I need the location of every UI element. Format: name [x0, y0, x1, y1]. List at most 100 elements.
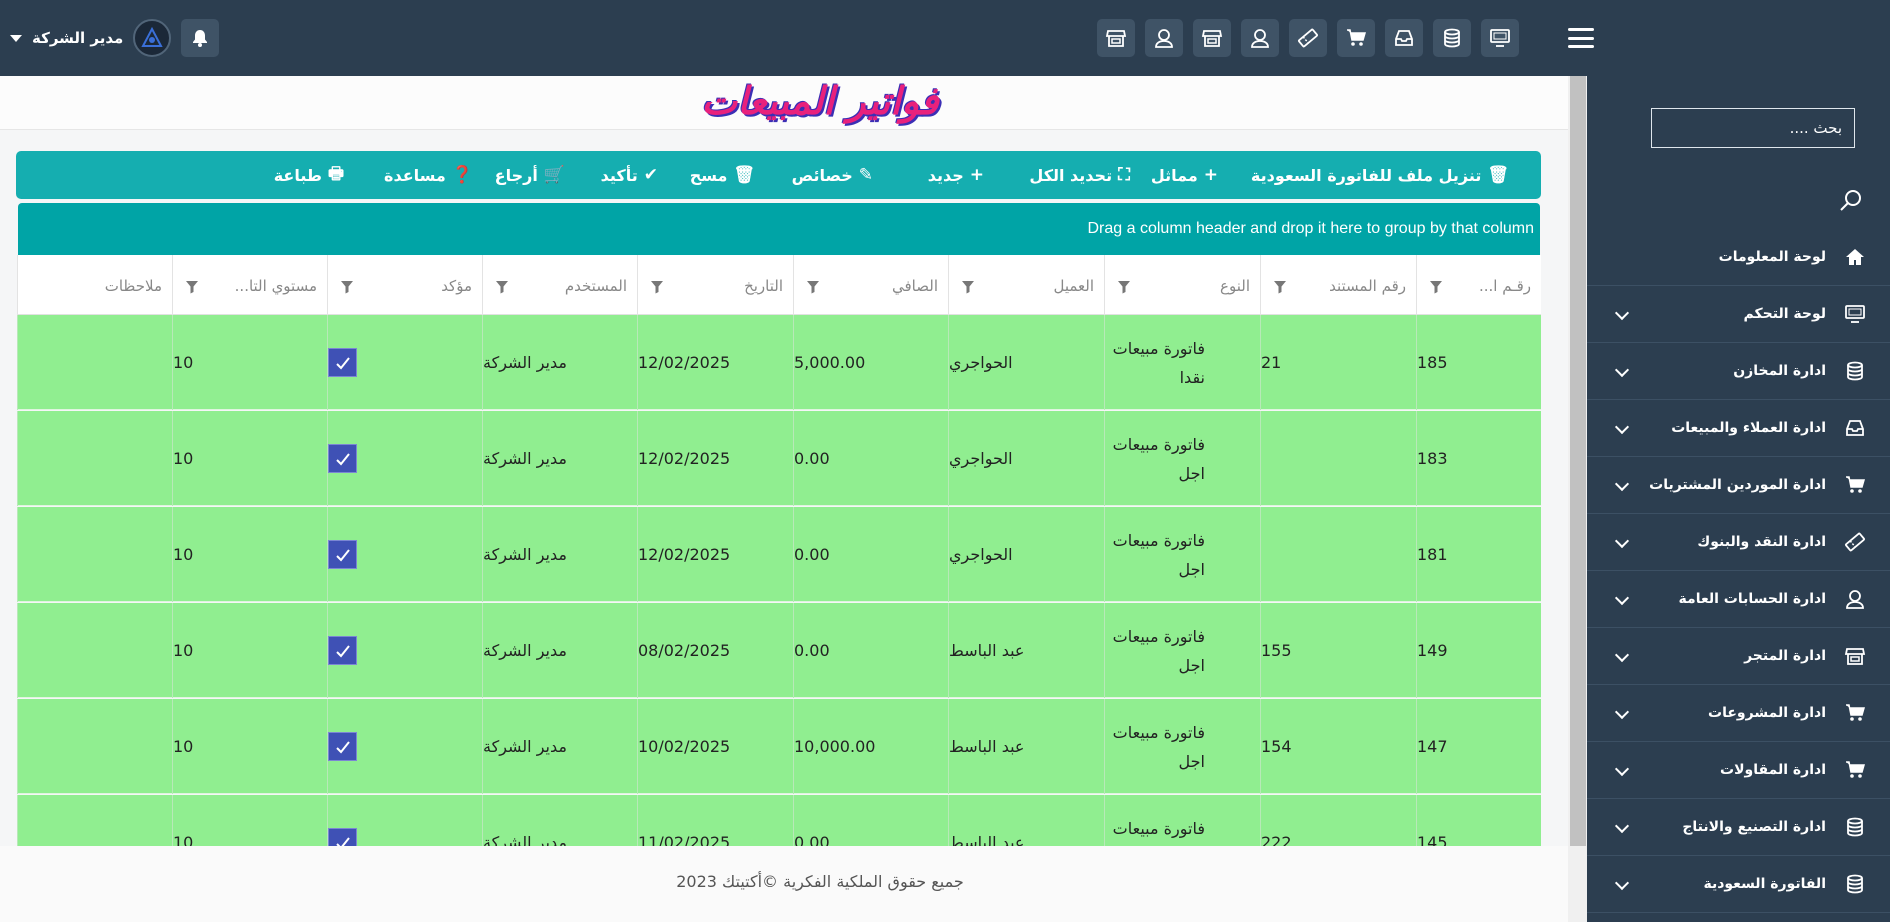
grid-header: رقـم ا... رقم المستند النوع العميل الصافي الت… — [17, 255, 1541, 315]
filter-icon[interactable] — [340, 279, 354, 298]
shortcut-button[interactable] — [1337, 19, 1375, 57]
confirmed-checkbox[interactable] — [328, 636, 357, 665]
shortcut-button[interactable] — [1433, 19, 1471, 57]
sidebar-item-label: ادارة العملاء والمبيعات — [1671, 420, 1826, 436]
properties-button[interactable]: ✎ خصائص — [792, 151, 873, 199]
shortcut-button[interactable] — [1193, 19, 1231, 57]
shortcut-button[interactable] — [1385, 19, 1423, 57]
sidebar-item[interactable]: لوحة المعلومات — [1587, 229, 1890, 286]
filter-icon[interactable] — [961, 279, 975, 298]
table-cell-text: مدير الشركة — [483, 737, 567, 756]
filter-icon[interactable] — [1429, 279, 1443, 298]
column-header[interactable]: ملاحظات — [17, 255, 172, 315]
column-header[interactable]: النوع — [1104, 255, 1260, 315]
column-header[interactable]: رقـم ا... — [1416, 255, 1541, 315]
sidebar-item[interactable]: ادارة الموردين المشتريات — [1587, 457, 1890, 514]
column-header[interactable]: العميل — [948, 255, 1104, 315]
shortcut-button[interactable] — [1145, 19, 1183, 57]
confirmed-checkbox[interactable] — [328, 732, 357, 761]
sidebar-item-label: ادارة المتجر — [1744, 648, 1826, 664]
column-header[interactable]: رقم المستند — [1260, 255, 1416, 315]
table-row[interactable]: 185 21 فاتورة مبيعات نقدا الحواجري 5,000.00 1… — [17, 315, 1541, 410]
select-all-button[interactable]: ⛶ تحديد الكل — [1029, 151, 1130, 199]
sidebar-search-input[interactable] — [1651, 108, 1855, 148]
table-cell-date: 12/02/2025 — [637, 315, 793, 410]
user-icon — [1842, 586, 1868, 612]
table-cell-text: 149 — [1417, 641, 1448, 660]
column-header[interactable]: الصافي — [793, 255, 948, 315]
sidebar-item[interactable]: ادارة المخازن — [1587, 343, 1890, 400]
database-icon — [1441, 27, 1463, 49]
column-header[interactable]: التاريخ — [637, 255, 793, 315]
table-row[interactable]: 183 فاتورة مبيعات اجل الحواجري 0.00 12/02/20… — [17, 411, 1541, 506]
chevron-down-icon — [1614, 647, 1630, 663]
return-button[interactable]: 🛒 أرجاع — [495, 151, 565, 199]
delete-button[interactable]: 🗑 مسح — [690, 151, 755, 199]
filter-icon[interactable] — [1273, 279, 1287, 298]
shortcut-button[interactable] — [1241, 19, 1279, 57]
shortcut-button[interactable] — [1481, 19, 1519, 57]
check-icon: ✔ — [643, 165, 658, 185]
table-row[interactable]: 181 فاتورة مبيعات اجل الحواجري 0.00 12/02/20… — [17, 507, 1541, 602]
notifications-button[interactable] — [181, 19, 220, 57]
similar-button[interactable]: + مماثل — [1151, 151, 1218, 199]
search-icon[interactable] — [1839, 188, 1863, 216]
sidebar-item[interactable]: ادارة المقاولات — [1587, 742, 1890, 799]
scrollbar-thumb[interactable] — [1570, 76, 1586, 846]
sidebar-item[interactable]: ادارة العملاء والمبيعات — [1587, 400, 1890, 457]
sidebar-item-label: ادارة المقاولات — [1720, 762, 1826, 778]
print-button[interactable]: 🖶 طباعة — [274, 151, 344, 199]
column-header-label: ملاحظات — [104, 277, 162, 295]
sidebar-item[interactable]: ادارة النقد والبنوك — [1587, 514, 1890, 571]
sidebar-item[interactable]: ادارة المتجر — [1587, 628, 1890, 685]
table-cell-user: مدير الشركة — [482, 411, 637, 506]
sidebar-item[interactable]: الفاتورة السعودية — [1587, 856, 1890, 913]
sidebar-item[interactable]: ادارة المشروعات — [1587, 685, 1890, 742]
filter-icon[interactable] — [650, 279, 664, 298]
group-by-hint: Drag a column header and drop it here to… — [1087, 220, 1535, 237]
top-bar: مدير الشركة — [0, 0, 1890, 76]
ticket-icon — [1297, 27, 1319, 49]
table-cell-confirmed — [327, 603, 482, 698]
user-menu-caret-icon[interactable] — [10, 34, 22, 42]
table-cell-text: الحواجري — [949, 449, 1013, 468]
table-row[interactable]: 147 154 فاتورة مبيعات اجل عبد الباسط 10,000.… — [17, 699, 1541, 794]
column-header[interactable]: مؤكد — [327, 255, 482, 315]
shortcut-button[interactable] — [1097, 19, 1135, 57]
table-row[interactable]: 145 222 فاتورة مبيعات اجل عبد الباسط 0.00 11/… — [17, 795, 1541, 846]
sidebar-item[interactable]: ادارة الحسابات العامة — [1587, 571, 1890, 628]
table-cell-text: 10 — [173, 833, 194, 846]
avatar[interactable] — [133, 19, 172, 57]
shortcut-button[interactable] — [1289, 19, 1327, 57]
table-cell-confirmed — [327, 411, 482, 506]
confirmed-checkbox[interactable] — [328, 444, 357, 473]
sidebar-item-label: ادارة الموردين المشتريات — [1649, 477, 1826, 493]
filter-icon[interactable] — [1117, 279, 1131, 298]
group-by-panel[interactable]: Drag a column header and drop it here to… — [18, 203, 1540, 255]
table-cell-customer: الحواجري — [948, 315, 1104, 410]
user-name[interactable]: مدير الشركة — [32, 29, 123, 47]
download-saudi-invoice-button[interactable]: 🗑 تنزيل ملف للفاتورة السعودية — [1251, 151, 1509, 199]
sidebar-item[interactable]: لوحة التحكم — [1587, 286, 1890, 343]
confirmed-checkbox[interactable] — [328, 540, 357, 569]
filter-icon[interactable] — [185, 279, 199, 298]
table-cell-net: 5,000.00 — [793, 315, 948, 410]
confirmed-checkbox[interactable] — [328, 348, 357, 377]
help-button[interactable]: ❓ مساعدة — [384, 151, 473, 199]
table-cell-id: 149 — [1416, 603, 1541, 698]
hamburger-menu-icon[interactable] — [1568, 28, 1594, 48]
table-row[interactable]: 149 155 فاتورة مبيعات اجل عبد الباسط 0.00 08/… — [17, 603, 1541, 698]
sidebar-item[interactable]: ادارة التصنيع والانتاج — [1587, 799, 1890, 856]
column-header[interactable]: المستخدم — [482, 255, 637, 315]
inbox-icon — [1393, 27, 1415, 49]
filter-icon[interactable] — [806, 279, 820, 298]
table-cell-net: 10,000.00 — [793, 699, 948, 794]
sidebar-item-label: ادارة النقد والبنوك — [1697, 534, 1826, 550]
column-header[interactable]: مستوي التا... — [172, 255, 327, 315]
table-cell-notes — [17, 795, 172, 846]
confirm-button[interactable]: ✔ تأكيد — [601, 151, 658, 199]
new-button[interactable]: + جديد — [928, 151, 984, 199]
confirmed-checkbox[interactable] — [328, 828, 357, 846]
table-cell-level: 10 — [172, 795, 327, 846]
filter-icon[interactable] — [495, 279, 509, 298]
